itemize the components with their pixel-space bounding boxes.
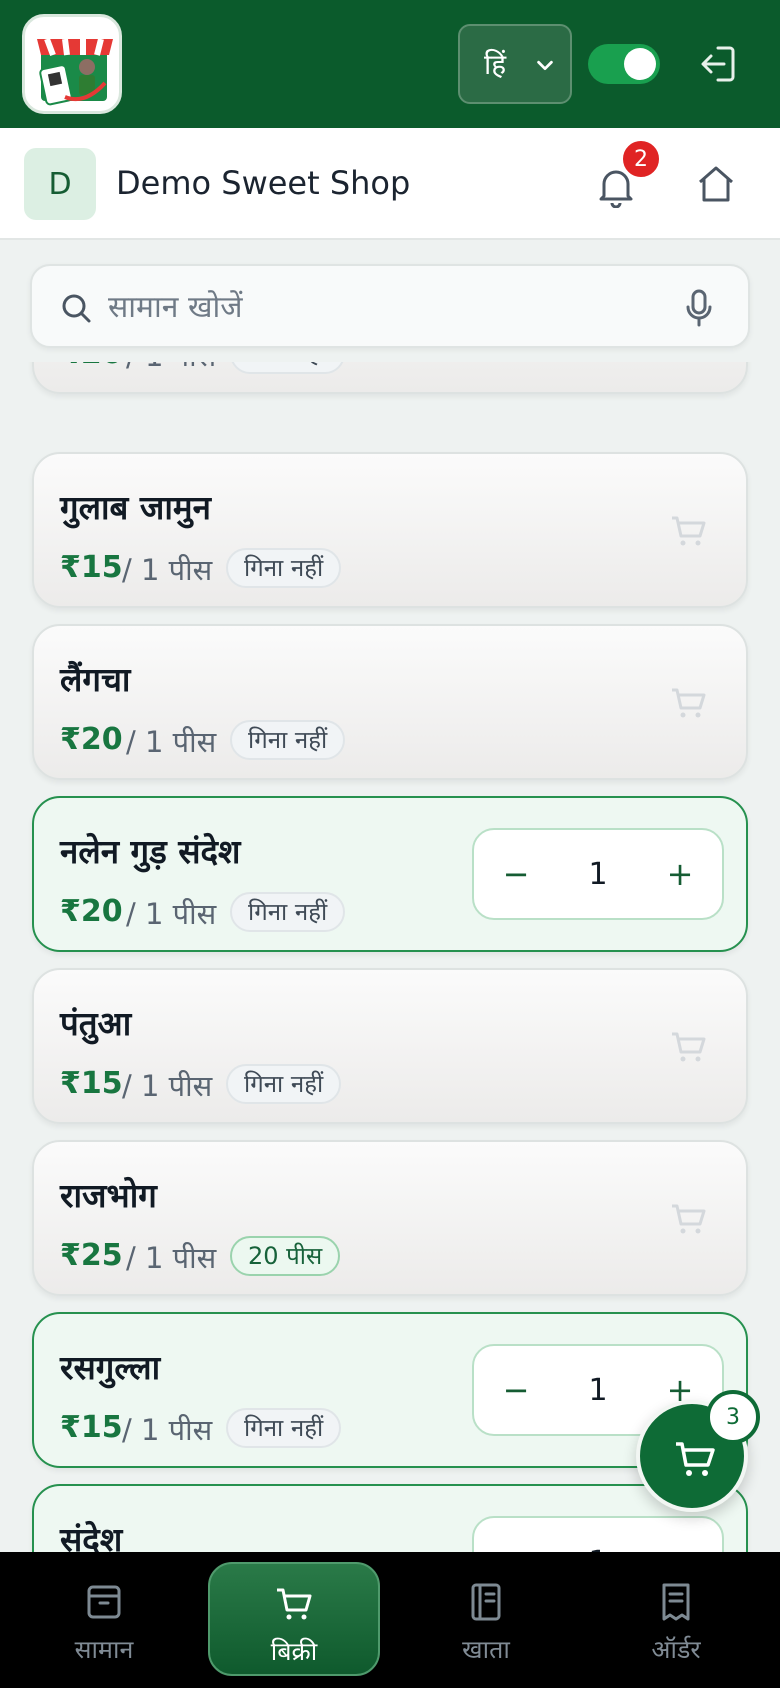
nav-label: ऑर्डर	[651, 1635, 701, 1664]
quantity-value: 1	[588, 1372, 608, 1408]
search-input[interactable]	[108, 280, 668, 334]
product-price: ₹20	[60, 894, 123, 929]
online-toggle[interactable]	[588, 44, 660, 84]
product-name: गुलाब जामुन	[60, 488, 211, 527]
toggle-knob	[624, 48, 656, 80]
product-price: ₹20	[60, 722, 123, 757]
stock-badge: गिना नहीं	[230, 892, 346, 932]
product-price: ₹15	[60, 1410, 123, 1445]
product-card[interactable]: ₹20 / 1 पीस गिना नहीं	[32, 362, 748, 394]
stock-badge: 20 पीस	[230, 1236, 341, 1276]
nav-item-orders[interactable]: ऑर्डर	[590, 1562, 762, 1676]
shop-name: Demo Sweet Shop	[116, 164, 411, 202]
product-unit: / 1 पीस	[126, 897, 217, 931]
stock-badge: गिना नहीं	[226, 1408, 342, 1448]
language-value: हिं	[484, 48, 507, 81]
search-bar	[30, 264, 750, 348]
receipt-icon	[662, 1583, 690, 1621]
stock-badge: गिना नहीं	[226, 548, 342, 588]
product-name: रसगुल्ला	[60, 1348, 161, 1387]
archive-box-icon	[87, 1585, 121, 1619]
product-name: लैंगचा	[60, 660, 131, 699]
quantity-value: 1	[588, 856, 608, 892]
stock-badge: गिना नहीं	[230, 362, 346, 374]
nav-label: सामान	[74, 1635, 134, 1664]
cart-count-badge: 3	[706, 1390, 760, 1444]
ledger-book-icon	[471, 1583, 501, 1621]
increase-quantity-button[interactable]: +	[638, 1518, 722, 1552]
product-unit: / 1 पीस	[122, 1413, 213, 1447]
nav-label: खाता	[462, 1635, 510, 1664]
nav-item-ledger[interactable]: खाता	[400, 1562, 572, 1676]
nav-item-sales[interactable]: बिक्री	[208, 1562, 380, 1676]
home-icon[interactable]	[696, 164, 736, 204]
quantity-stepper: − 1 +	[472, 1516, 724, 1552]
product-unit: / 1 पीस	[126, 362, 216, 375]
increase-quantity-button[interactable]: +	[638, 830, 722, 918]
product-card[interactable]: संदेश − 1 +	[32, 1484, 748, 1552]
notification-badge: 2	[620, 138, 662, 180]
product-list: ₹20 / 1 पीस गिना नहीं गुलाब जामुन ₹15 / …	[0, 362, 780, 1552]
shop-avatar: D	[24, 148, 96, 220]
stock-badge: गिना नहीं	[230, 720, 346, 760]
product-card[interactable]: गुलाब जामुन ₹15 / 1 पीस गिना नहीं	[32, 452, 748, 608]
add-to-cart-icon[interactable]	[670, 1030, 706, 1064]
add-to-cart-icon[interactable]	[670, 686, 706, 720]
decrease-quantity-button[interactable]: −	[474, 830, 558, 918]
nav-item-items[interactable]: सामान	[18, 1562, 190, 1676]
quantity-stepper: − 1 +	[472, 828, 724, 920]
cart-icon	[277, 1588, 312, 1620]
product-price: ₹15	[60, 1066, 123, 1101]
product-card[interactable]: राजभोग ₹25 / 1 पीस 20 पीस	[32, 1140, 748, 1296]
bottom-navigation: सामान बिक्री खाता ऑर्डर	[0, 1552, 780, 1688]
product-price: ₹25	[60, 1238, 123, 1273]
product-unit: / 1 पीस	[126, 1241, 217, 1275]
product-name: संदेश	[60, 1520, 123, 1552]
shop-header: D Demo Sweet Shop	[0, 128, 780, 240]
app-logo	[22, 14, 122, 114]
decrease-quantity-button[interactable]: −	[474, 1518, 558, 1552]
product-unit: / 1 पीस	[126, 725, 217, 759]
nav-label: बिक्री	[270, 1637, 318, 1666]
product-name: पंतुआ	[60, 1004, 132, 1043]
logout-icon[interactable]	[700, 44, 736, 84]
language-select[interactable]: हिं	[458, 24, 572, 104]
microphone-icon[interactable]	[684, 288, 714, 328]
quantity-value: 1	[558, 1518, 638, 1553]
product-unit: / 1 पीस	[122, 553, 213, 587]
stock-badge: गिना नहीं	[226, 1064, 342, 1104]
search-icon	[62, 294, 91, 323]
product-card[interactable]: लैंगचा ₹20 / 1 पीस गिना नहीं	[32, 624, 748, 780]
product-card[interactable]: पंतुआ ₹15 / 1 पीस गिना नहीं	[32, 968, 748, 1124]
product-price: ₹20	[60, 362, 123, 371]
product-price: ₹15	[60, 550, 123, 585]
product-card[interactable]: नलेन गुड़ संदेश ₹20 / 1 पीस गिना नहीं − …	[32, 796, 748, 952]
add-to-cart-icon[interactable]	[670, 514, 706, 548]
product-name: राजभोग	[60, 1176, 157, 1215]
add-to-cart-icon[interactable]	[670, 1202, 706, 1236]
cart-icon	[676, 1442, 715, 1476]
product-unit: / 1 पीस	[122, 1069, 213, 1103]
decrease-quantity-button[interactable]: −	[474, 1346, 558, 1434]
top-app-bar: हिं	[0, 0, 780, 128]
chevron-down-icon	[537, 60, 553, 71]
product-name: नलेन गुड़ संदेश	[60, 832, 241, 871]
